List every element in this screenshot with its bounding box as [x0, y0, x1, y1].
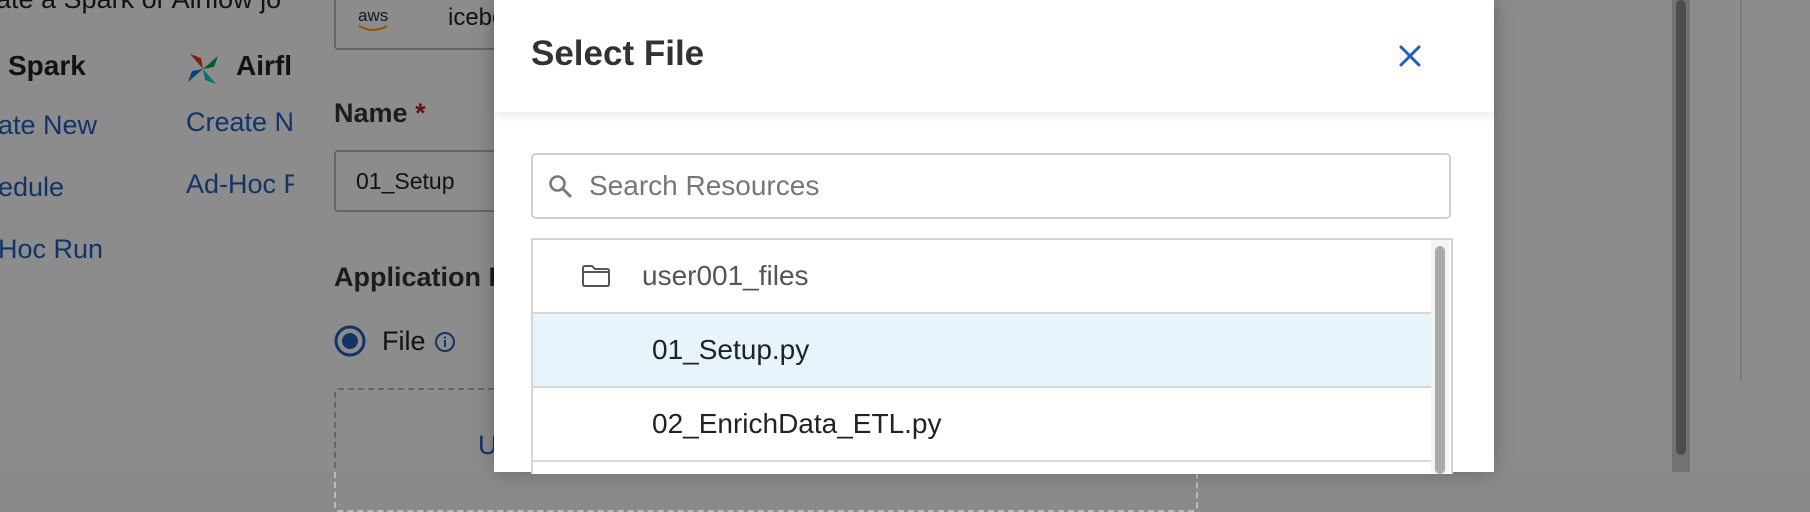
close-button[interactable] [1392, 38, 1428, 74]
tree-file-row[interactable]: 02_EnrichData_ETL.py [533, 388, 1431, 462]
folder-label: user001_files [642, 260, 809, 291]
tree-folder-row[interactable]: user001_files [533, 240, 1431, 314]
tree-scrollbar-thumb[interactable] [1435, 246, 1445, 474]
search-icon [549, 175, 572, 198]
search-input[interactable] [587, 165, 1431, 207]
file-tree: user001_files 01_Setup.py 02_EnrichData_… [531, 238, 1453, 474]
tree-file-row-selected[interactable]: 01_Setup.py [533, 314, 1431, 388]
close-icon [1399, 45, 1421, 67]
folder-icon [582, 265, 610, 287]
search-box [531, 153, 1451, 219]
select-file-dialog: Select File user001_files 01_Setup.py 02… [494, 0, 1494, 474]
file-label: 01_Setup.py [652, 334, 810, 365]
file-label: 02_EnrichData_ETL.py [652, 408, 942, 439]
dialog-title: Select File [531, 34, 705, 73]
dialog-header: Select File [494, 0, 1494, 112]
